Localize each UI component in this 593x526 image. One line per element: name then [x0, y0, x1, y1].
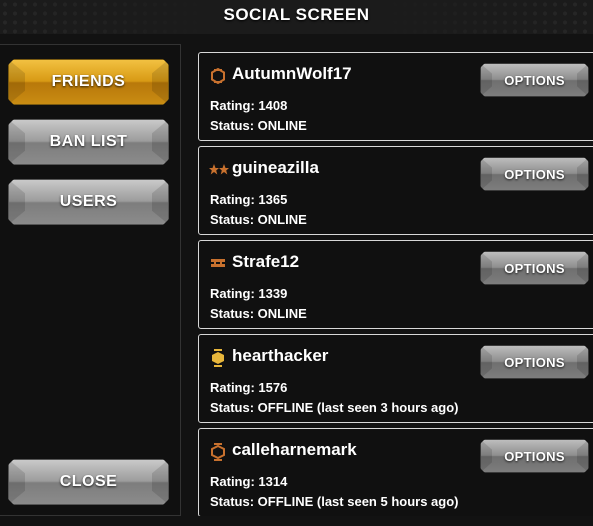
friend-rating: Rating: 1339 — [210, 286, 288, 301]
users-tab-label: USERS — [59, 193, 118, 210]
friend-status: Status: OFFLINE (last seen 5 hours ago) — [210, 494, 459, 509]
friend-status: Status: ONLINE — [210, 118, 307, 133]
friend-rating: Rating: 1314 — [210, 474, 288, 489]
friend-card: AutumnWolf17 Rating: 1408 Status: ONLINE… — [198, 52, 593, 141]
bronze-hex-rank-icon — [210, 68, 225, 84]
friend-name: hearthacker — [232, 346, 329, 365]
friend-rating: Rating: 1408 — [210, 98, 288, 113]
friend-name: AutumnWolf17 — [232, 64, 352, 83]
close-button-label: CLOSE — [59, 473, 118, 490]
friend-status: Status: OFFLINE (last seen 3 hours ago) — [210, 400, 459, 415]
friend-card: calleharnemark Rating: 1314 Status: OFFL… — [198, 428, 593, 516]
bronze-hex-rank-icon — [210, 443, 225, 461]
friends-tab-button[interactable]: FRIENDS — [8, 59, 169, 105]
friend-rating: Rating: 1576 — [210, 380, 288, 395]
friends-list: AutumnWolf17 Rating: 1408 Status: ONLINE… — [198, 52, 593, 516]
close-button[interactable]: CLOSE — [8, 459, 169, 505]
options-button[interactable]: OPTIONS — [480, 345, 589, 379]
friends-tab-label: FRIENDS — [51, 73, 126, 90]
friend-status: Status: ONLINE — [210, 212, 307, 227]
users-tab-button[interactable]: USERS — [8, 179, 169, 225]
friend-card: hearthacker Rating: 1576 Status: OFFLINE… — [198, 334, 593, 423]
friend-rating: Rating: 1365 — [210, 192, 288, 207]
ban-list-tab-label: BAN LIST — [49, 133, 128, 150]
friend-status: Status: ONLINE — [210, 306, 307, 321]
options-button[interactable]: OPTIONS — [480, 63, 589, 97]
sidebar: FRIENDS BAN LIST USERS CLOSE — [0, 44, 181, 516]
friend-name: Strafe12 — [232, 252, 300, 271]
two-stars-rank-icon — [209, 162, 229, 178]
friend-card: guineazilla Rating: 1365 Status: ONLINE … — [198, 146, 593, 235]
friend-card: Strafe12 Rating: 1339 Status: ONLINE OPT… — [198, 240, 593, 329]
friend-name: calleharnemark — [232, 440, 357, 459]
friend-name: guineazilla — [232, 158, 319, 177]
options-button[interactable]: OPTIONS — [480, 251, 589, 285]
gold-hex-rank-icon — [210, 349, 225, 367]
options-button[interactable]: OPTIONS — [480, 157, 589, 191]
bronze-bars-rank-icon — [210, 256, 225, 272]
ban-list-tab-button[interactable]: BAN LIST — [8, 119, 169, 165]
screen-title: SOCIAL SCREEN — [0, 0, 593, 34]
options-button[interactable]: OPTIONS — [480, 439, 589, 473]
